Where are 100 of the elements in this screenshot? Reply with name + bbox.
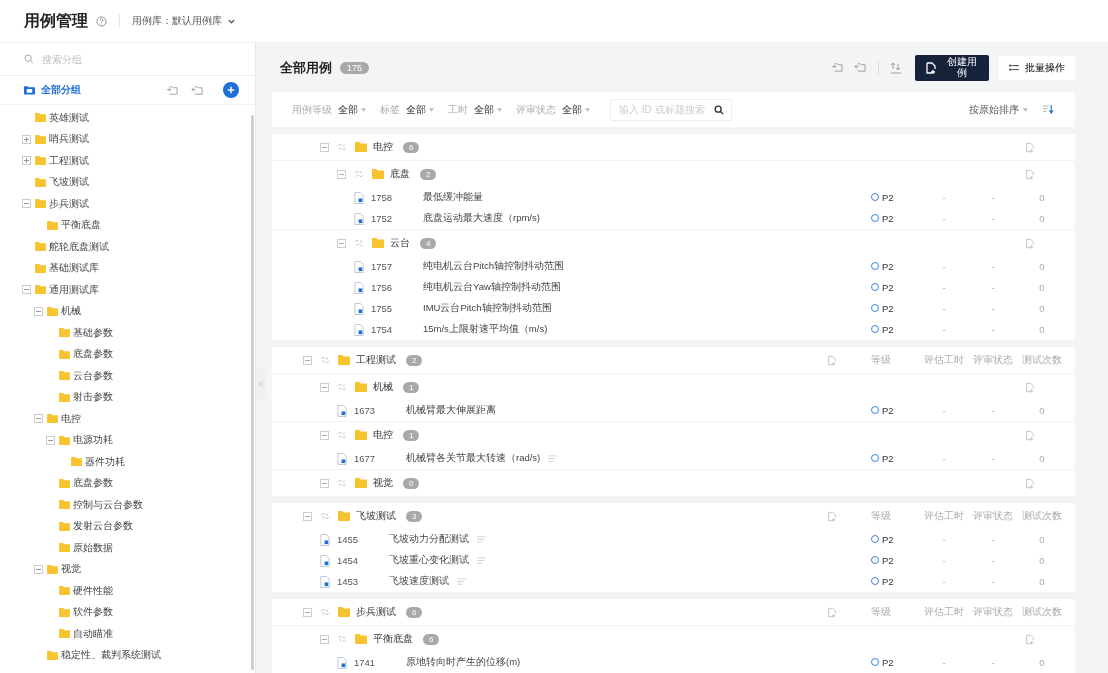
tree-item[interactable]: 步兵测试 [49, 196, 89, 211]
toggle-icon[interactable] [337, 169, 346, 179]
group-name[interactable]: 电控 [373, 140, 393, 154]
drag-handle-icon[interactable] [337, 143, 347, 151]
collapse-all-icon[interactable] [166, 84, 179, 96]
add-case-icon[interactable] [827, 510, 837, 522]
drag-handle-icon[interactable] [337, 431, 347, 439]
toggle-icon[interactable] [34, 306, 43, 316]
filter-dropdown[interactable]: 全部 [406, 102, 434, 117]
group-name[interactable]: 机械 [373, 380, 393, 394]
collapse-sidebar-handle[interactable] [256, 369, 266, 399]
toggle-icon[interactable] [320, 430, 329, 440]
toggle-icon[interactable] [303, 607, 312, 617]
case-title[interactable]: 最低缓冲能量 [423, 191, 483, 204]
create-case-button[interactable]: 创建用例 [915, 54, 989, 81]
add-case-icon[interactable] [1025, 237, 1035, 249]
tree-item[interactable]: 器件功耗 [85, 454, 125, 469]
group-name[interactable]: 云台 [390, 236, 410, 250]
case-title[interactable]: IMU云台Pitch轴控制抖动范围 [423, 302, 552, 315]
drag-handle-icon[interactable] [337, 635, 347, 643]
all-groups-item[interactable]: 全部分组 [41, 83, 81, 97]
toggle-icon[interactable] [320, 478, 329, 488]
drag-handle-icon[interactable] [320, 356, 330, 364]
toggle-icon[interactable] [320, 634, 329, 644]
tree-item[interactable]: 原始数据 [73, 540, 113, 555]
toggle-icon[interactable] [320, 382, 329, 392]
drag-handle-icon[interactable] [354, 170, 364, 178]
group-name[interactable]: 电控 [373, 428, 393, 442]
case-title[interactable]: 底盘运动最大速度（rpm/s) [423, 212, 540, 225]
tree-item[interactable]: 哨兵测试 [49, 132, 89, 147]
filter-dropdown[interactable]: 全部 [338, 102, 366, 117]
group-name[interactable]: 底盘 [390, 167, 410, 181]
toggle-icon[interactable] [22, 156, 31, 166]
sort-order-icon[interactable] [1043, 105, 1054, 114]
group-name[interactable]: 步兵测试 [356, 605, 396, 619]
tree-item[interactable]: 底盘参数 [73, 347, 113, 362]
collapse-all-icon[interactable] [831, 62, 844, 73]
add-case-icon[interactable] [1025, 429, 1035, 441]
drag-handle-icon[interactable] [320, 608, 330, 616]
library-selector[interactable]: 用例库：默认用例库 [132, 14, 235, 28]
add-case-icon[interactable] [1025, 141, 1035, 153]
tree-item[interactable]: 机械 [61, 304, 81, 319]
drag-handle-icon[interactable] [354, 239, 364, 247]
group-name[interactable]: 飞坡测试 [356, 509, 396, 523]
filter-dropdown[interactable]: 全部 [562, 102, 590, 117]
add-case-icon[interactable] [827, 606, 837, 618]
group-name[interactable]: 平衡底盘 [373, 632, 413, 646]
add-case-icon[interactable] [1025, 633, 1035, 645]
tree-item[interactable]: 发射云台参数 [73, 519, 133, 534]
tree-item[interactable]: 射击参数 [73, 390, 113, 405]
batch-operation-button[interactable]: 批量操作 [999, 55, 1075, 80]
add-case-icon[interactable] [1025, 381, 1035, 393]
toggle-icon[interactable] [46, 435, 55, 445]
tree-item[interactable]: 软件参数 [73, 605, 113, 620]
filter-dropdown[interactable]: 全部 [474, 102, 502, 117]
expand-all-icon[interactable] [854, 62, 867, 73]
tree-item[interactable]: 平衡底盘 [61, 218, 101, 233]
toggle-icon[interactable] [22, 134, 31, 144]
group-name[interactable]: 工程测试 [356, 353, 396, 367]
case-title[interactable]: 机械臂各关节最大转速（rad/s) [406, 452, 541, 465]
toggle-icon[interactable] [303, 355, 312, 365]
toggle-icon[interactable] [22, 285, 31, 295]
case-title[interactable]: 纯电机云台Pitch轴控制抖动范围 [423, 260, 565, 273]
drag-handle-icon[interactable] [337, 383, 347, 391]
tree-item[interactable]: 电控 [61, 411, 81, 426]
tree-item[interactable]: 控制与云台参数 [73, 497, 143, 512]
tree-item[interactable]: 基础测试库 [49, 261, 99, 276]
tree-item[interactable]: 基础参数 [73, 325, 113, 340]
tree-item[interactable]: 英雄测试 [49, 110, 89, 125]
toggle-icon[interactable] [303, 511, 312, 521]
case-title[interactable]: 飞坡重心变化测试 [389, 554, 469, 567]
drag-handle-icon[interactable] [337, 479, 347, 487]
tree-item[interactable]: 自动瞄准 [73, 626, 113, 641]
toggle-icon[interactable] [320, 142, 329, 152]
tree-item[interactable]: 云台参数 [73, 368, 113, 383]
sort-dropdown[interactable]: 按原始排序 [969, 102, 1028, 117]
tree-item[interactable]: 视觉 [61, 562, 81, 577]
drag-handle-icon[interactable] [320, 512, 330, 520]
tree-item[interactable]: 电源功耗 [73, 433, 113, 448]
add-case-icon[interactable] [827, 354, 837, 366]
tree-item[interactable]: 稳定性、裁判系统测试 [61, 648, 161, 663]
add-group-button[interactable] [223, 82, 239, 98]
import-export-icon[interactable] [890, 61, 902, 74]
case-title[interactable]: 原地转向时产生的位移(m) [406, 656, 521, 669]
case-title[interactable]: 飞坡动力分配测试 [389, 533, 469, 546]
case-title[interactable]: 15m/s上限射速平均值（m/s) [423, 323, 548, 336]
tree-item[interactable]: 底盘参数 [73, 476, 113, 491]
group-name[interactable]: 视觉 [373, 476, 393, 490]
case-title[interactable]: 飞坡速度测试 [389, 575, 449, 588]
tree-item[interactable]: 工程测试 [49, 153, 89, 168]
toggle-icon[interactable] [34, 564, 43, 574]
expand-all-icon[interactable] [191, 84, 204, 96]
add-case-icon[interactable] [1025, 477, 1035, 489]
tree-item[interactable]: 硬件性能 [73, 583, 113, 598]
tree-item[interactable]: 飞坡测试 [49, 175, 89, 190]
toggle-icon[interactable] [22, 199, 31, 209]
toggle-icon[interactable] [337, 238, 346, 248]
tree-item[interactable]: 舵轮底盘测试 [49, 239, 109, 254]
help-icon[interactable] [96, 15, 107, 27]
tree-item[interactable]: 通用测试库 [49, 282, 99, 297]
